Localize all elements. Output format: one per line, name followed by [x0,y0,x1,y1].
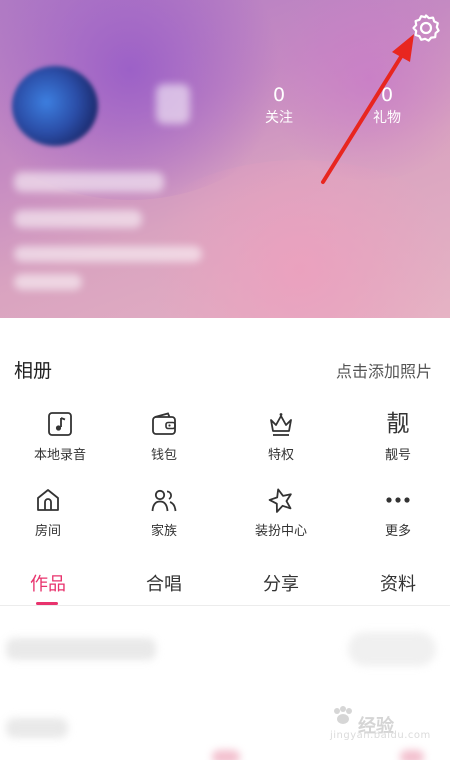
blurred-username [14,172,164,192]
family-icon [151,489,177,512]
active-tab-indicator [36,602,58,605]
star-icon [268,488,292,513]
blurred-content-dot [400,750,424,760]
blurred-user-id [14,210,142,228]
feature-privileges[interactable]: 特权 [225,406,337,472]
feature-label: 家族 [150,524,177,539]
avatar[interactable] [12,66,98,146]
tab-works[interactable]: 作品 [0,570,104,596]
feature-more[interactable]: 更多 [342,482,450,548]
feature-family[interactable]: 家族 [108,482,220,548]
paw-logo-icon [334,706,352,724]
album-title: 相册 [14,360,53,382]
feature-label: 特权 [267,448,294,463]
stat-gifts[interactable]: 0 礼物 [357,84,417,128]
feature-local-recordings[interactable]: 本地录音 [4,406,116,472]
add-photo-link[interactable]: 点击添加照片 [336,358,432,382]
feature-label: 钱包 [150,448,177,463]
stat-gifts-label: 礼物 [373,110,401,126]
blurred-badges [14,246,202,262]
gear-icon [412,14,440,42]
feature-label: 更多 [384,524,411,539]
stat-following-count: 0 [272,84,286,106]
feature-label: 装扮中心 [254,524,307,539]
stat-following-label: 关注 [265,110,293,126]
feature-label: 靓号 [384,448,411,463]
profile-header: 0 关注 0 礼物 [0,0,450,318]
tab-share[interactable]: 分享 [225,570,337,596]
feature-premium-id[interactable]: 靓 靓号 [342,406,450,472]
blurred-content-row [6,718,68,738]
blurred-content-button[interactable] [348,632,436,666]
blurred-content-row [6,638,156,660]
liang-char-icon: 靓 [386,411,410,437]
blurred-content-dot [212,750,240,760]
feature-wallet[interactable]: 钱包 [108,406,220,472]
content-tabs: 作品 合唱 分享 资料 [0,560,450,606]
more-dots-icon [386,497,410,503]
feature-dressup-center[interactable]: 装扮中心 [225,482,337,548]
album-row[interactable]: 相册 点击添加照片 [0,340,450,396]
feature-room[interactable]: 房间 [0,482,104,548]
stat-gifts-count: 0 [380,84,394,106]
crown-icon [270,413,292,436]
music-note-icon [48,412,72,436]
tab-profile-info[interactable]: 资料 [342,570,450,596]
stat-following[interactable]: 0 关注 [249,84,309,128]
watermark-domain: jingyan.baidu.com [330,730,431,741]
wallet-icon [152,412,176,435]
house-icon [37,489,59,511]
feature-label: 房间 [34,524,61,539]
settings-button[interactable] [410,12,442,44]
blurred-stat [156,84,190,124]
feature-label: 本地录音 [33,448,86,463]
blurred-signature [14,274,82,290]
tab-chorus[interactable]: 合唱 [108,570,220,596]
watermark: 经验 jingyan.baidu.com [330,704,440,744]
